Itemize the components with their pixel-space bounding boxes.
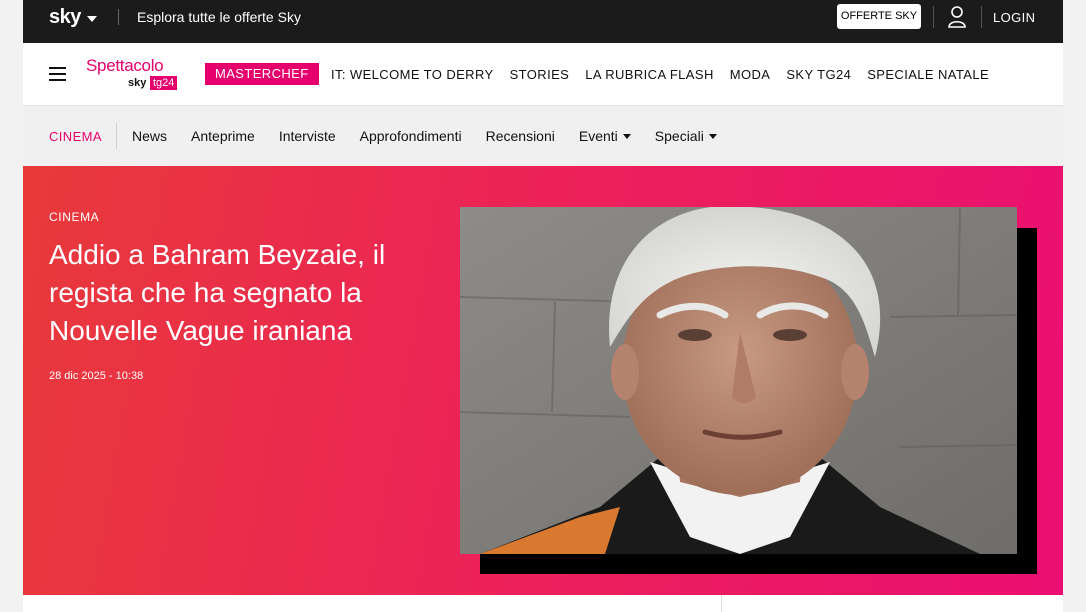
menu-icon[interactable] (49, 67, 66, 81)
sky-logo[interactable]: sky (49, 6, 81, 29)
login-link[interactable]: LOGIN (993, 10, 1035, 25)
brand-logo[interactable]: Spettacolo sky tg24 (86, 56, 186, 96)
nav-item[interactable]: STORIES (510, 67, 570, 82)
divider (933, 6, 934, 28)
brand-tg24: tg24 (150, 76, 178, 90)
nav-item[interactable]: LA RUBRICA FLASH (585, 67, 714, 82)
subnav-item[interactable]: Approfondimenti (360, 128, 462, 144)
brand-sky: sky (128, 77, 147, 89)
article-photo[interactable] (460, 207, 1017, 554)
nav-item-masterchef[interactable]: MASTERCHEF (205, 63, 319, 85)
subnav-item[interactable]: Interviste (279, 128, 336, 144)
top-bar: sky Esplora tutte le offerte Sky OFFERTE… (23, 0, 1063, 43)
brand-name: Spettacolo (86, 56, 164, 75)
divider (981, 6, 982, 28)
divider (118, 9, 119, 25)
nav-item[interactable]: SKY TG24 (786, 67, 851, 82)
sub-nav: CINEMA News Anteprime Interviste Approfo… (23, 106, 1063, 166)
nav-links: IT: WELCOME TO DERRY STORIES LA RUBRICA … (331, 67, 989, 82)
subnav-item-speciali[interactable]: Speciali (655, 128, 717, 144)
section-nav: Spettacolo sky tg24 MASTERCHEF IT: WELCO… (23, 43, 1063, 106)
page-frame: sky Esplora tutte le offerte Sky OFFERTE… (23, 0, 1063, 612)
offers-link[interactable]: Esplora tutte le offerte Sky (137, 9, 301, 25)
caret-down-icon (622, 133, 631, 139)
subnav-item[interactable]: Anteprime (191, 128, 255, 144)
hero-article[interactable]: CINEMA Addio a Bahram Beyzaie, il regist… (23, 166, 1063, 595)
portrait-image (460, 207, 1017, 554)
nav-item[interactable]: SPECIALE NATALE (867, 67, 989, 82)
subnav-item[interactable]: Recensioni (486, 128, 555, 144)
article-category[interactable]: CINEMA (49, 210, 99, 224)
nav-item[interactable]: IT: WELCOME TO DERRY (331, 67, 494, 82)
subnav-item-label: Speciali (654, 128, 704, 144)
subnav-item-eventi[interactable]: Eventi (579, 128, 631, 144)
offerte-sky-button[interactable]: OFFERTE SKY (837, 4, 921, 29)
chevron-down-icon[interactable] (87, 16, 97, 22)
subnav-section-cinema[interactable]: CINEMA (49, 129, 102, 144)
caret-down-icon (708, 133, 717, 139)
nav-item[interactable]: MODA (730, 67, 771, 82)
divider (721, 595, 722, 612)
subnav-item[interactable]: News (132, 128, 167, 144)
article-title[interactable]: Addio a Bahram Beyzaie, il regista che h… (49, 236, 444, 350)
article-date: 28 dic 2025 - 10:38 (49, 370, 144, 382)
subnav-item-label: Eventi (578, 128, 618, 144)
user-icon[interactable] (947, 5, 967, 29)
subnav-links: News Anteprime Interviste Approfondiment… (132, 128, 717, 144)
divider (116, 123, 117, 149)
